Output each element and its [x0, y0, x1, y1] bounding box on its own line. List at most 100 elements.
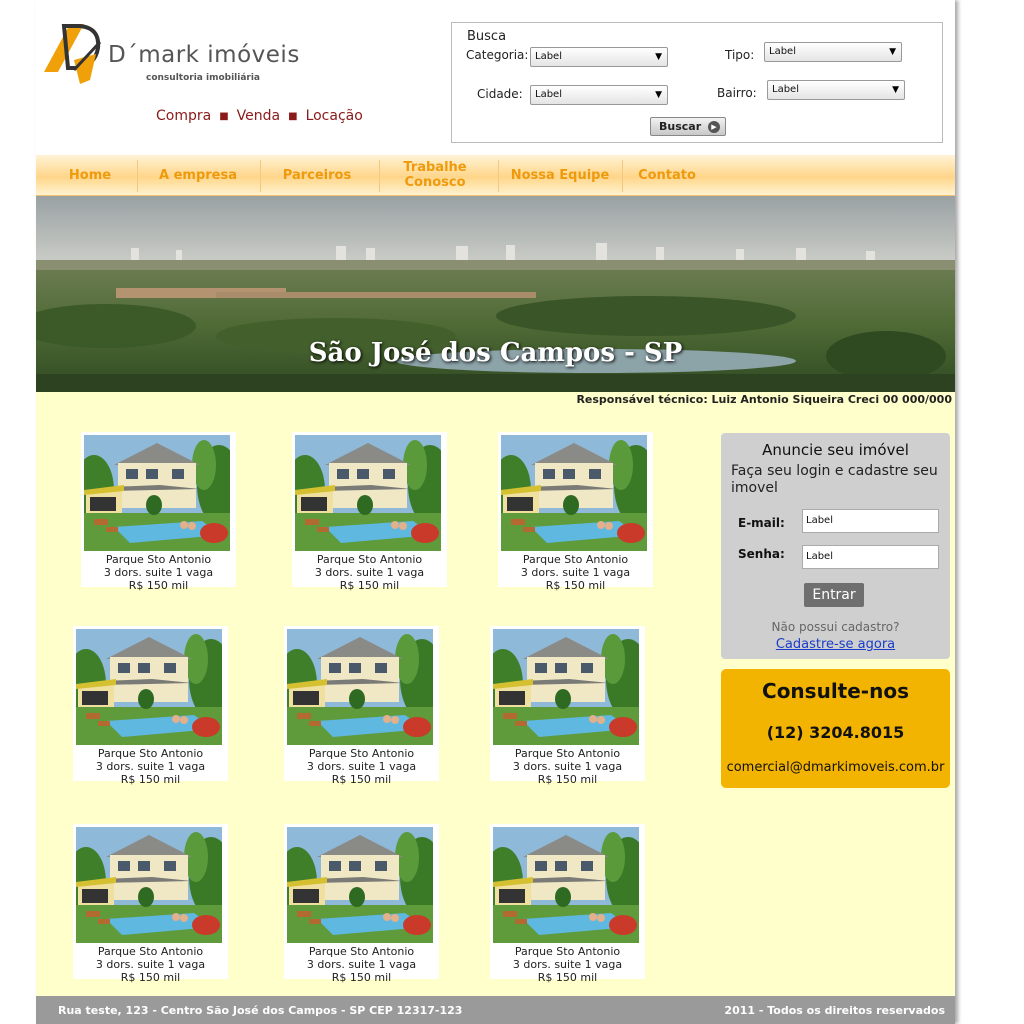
- nav-divider: [260, 160, 261, 192]
- nav-home[interactable]: Home: [56, 155, 124, 195]
- no-account-text: Não possui cadastro?: [771, 620, 900, 634]
- cidade-value: Label: [535, 89, 562, 100]
- contact-phone: (12) 3204.8015: [766, 723, 905, 742]
- entrar-button[interactable]: Entrar: [804, 583, 864, 607]
- house-photo: [493, 629, 639, 745]
- responsavel-tecnico: Responsável técnico: Luiz Antonio Siquei…: [576, 393, 952, 406]
- categoria-value: Label: [535, 51, 562, 62]
- categoria-select[interactable]: Label ▼: [530, 47, 668, 67]
- listing-price: R$ 150 mil: [120, 773, 181, 786]
- main-nav: Home A empresa Parceiros Trabalhe Conosc…: [36, 155, 955, 196]
- banner: São José dos Campos - SP: [36, 196, 955, 392]
- listing-card[interactable]: Parque Sto Antonio 3 dors. suite 1 vaga …: [81, 432, 236, 592]
- nav-parceiros[interactable]: Parceiros: [272, 155, 362, 195]
- play-icon: ▶: [708, 121, 720, 133]
- listing-name: Parque Sto Antonio: [105, 553, 212, 566]
- search-box: Busca Categoria: Label ▼ Tipo: Label ▼ C…: [451, 22, 943, 143]
- service-venda[interactable]: Venda: [237, 108, 280, 124]
- listing-price: R$ 150 mil: [331, 773, 392, 786]
- logo[interactable]: D´mark imóveis consultoria imobiliária: [40, 20, 300, 90]
- services-list: Compra ■ Venda ■ Locação: [156, 108, 363, 124]
- listing-card[interactable]: Parque Sto Antonio 3 dors. suite 1 vaga …: [490, 824, 645, 984]
- listing-name: Parque Sto Antonio: [308, 945, 415, 958]
- listing-details: 3 dors. suite 1 vaga: [314, 566, 425, 579]
- listing-price: R$ 150 mil: [331, 971, 392, 984]
- listing-name: Parque Sto Antonio: [316, 553, 423, 566]
- nav-trabalhe-conosco[interactable]: Trabalhe Conosco: [392, 155, 478, 195]
- listing-details: 3 dors. suite 1 vaga: [103, 566, 214, 579]
- email-field[interactable]: Label: [802, 509, 939, 533]
- email-label: E-mail:: [738, 516, 785, 530]
- dropdown-arrow-icon: ▼: [892, 85, 899, 95]
- footer-address: Rua teste, 123 - Centro São José dos Cam…: [58, 1004, 463, 1017]
- contact-box: Consulte-nos (12) 3204.8015 comercial@dm…: [721, 669, 950, 788]
- footer: Rua teste, 123 - Centro São José dos Cam…: [36, 996, 955, 1024]
- tipo-value: Label: [769, 46, 796, 57]
- tipo-select[interactable]: Label ▼: [764, 42, 902, 62]
- listing-price: R$ 150 mil: [128, 579, 189, 592]
- listing-details: 3 dors. suite 1 vaga: [512, 760, 623, 773]
- categoria-label: Categoria:: [466, 48, 529, 62]
- buscar-label: Buscar: [659, 120, 702, 133]
- bairro-label: Bairro:: [717, 86, 757, 100]
- listing-price: R$ 150 mil: [537, 773, 598, 786]
- house-photo: [76, 827, 222, 943]
- listing-details: 3 dors. suite 1 vaga: [306, 760, 417, 773]
- listing-price: R$ 150 mil: [120, 971, 181, 984]
- dropdown-arrow-icon: ▼: [655, 90, 662, 100]
- listing-name: Parque Sto Antonio: [308, 747, 415, 760]
- listing-name: Parque Sto Antonio: [514, 747, 621, 760]
- listing-card[interactable]: Parque Sto Antonio 3 dors. suite 1 vaga …: [73, 824, 228, 984]
- listing-details: 3 dors. suite 1 vaga: [95, 760, 206, 773]
- bairro-select[interactable]: Label ▼: [767, 80, 905, 100]
- logo-subtitle: consultoria imobiliária: [146, 73, 261, 83]
- listing-price: R$ 150 mil: [339, 579, 400, 592]
- house-photo: [287, 629, 433, 745]
- dropdown-arrow-icon: ▼: [655, 52, 662, 62]
- footer-copyright: 2011 - Todos os direitos reservados: [724, 1004, 945, 1017]
- house-photo: [295, 435, 441, 551]
- listing-card[interactable]: Parque Sto Antonio 3 dors. suite 1 vaga …: [73, 626, 228, 786]
- nav-empresa[interactable]: A empresa: [148, 155, 248, 195]
- bairro-value: Label: [772, 84, 799, 95]
- senha-label: Senha:: [738, 547, 785, 561]
- service-locacao[interactable]: Locação: [306, 108, 363, 124]
- banner-title: São José dos Campos - SP: [308, 338, 683, 368]
- listing-card[interactable]: Parque Sto Antonio 3 dors. suite 1 vaga …: [292, 432, 447, 592]
- listing-details: 3 dors. suite 1 vaga: [520, 566, 631, 579]
- search-title: Busca: [467, 29, 507, 44]
- page-container: D´mark imóveis consultoria imobiliária C…: [36, 0, 955, 1024]
- cidade-select[interactable]: Label ▼: [530, 85, 668, 105]
- nav-contato[interactable]: Contato: [634, 155, 700, 195]
- dropdown-arrow-icon: ▼: [889, 47, 896, 57]
- listing-details: 3 dors. suite 1 vaga: [306, 958, 417, 971]
- cidade-label: Cidade:: [477, 87, 523, 101]
- listing-card[interactable]: Parque Sto Antonio 3 dors. suite 1 vaga …: [284, 626, 439, 786]
- listing-name: Parque Sto Antonio: [97, 945, 204, 958]
- listing-name: Parque Sto Antonio: [522, 553, 629, 566]
- listing-price: R$ 150 mil: [545, 579, 606, 592]
- contact-email[interactable]: comercial@dmarkimoveis.com.br: [721, 760, 950, 775]
- house-photo: [84, 435, 230, 551]
- listing-details: 3 dors. suite 1 vaga: [512, 958, 623, 971]
- listing-name: Parque Sto Antonio: [514, 945, 621, 958]
- listing-name: Parque Sto Antonio: [97, 747, 204, 760]
- listing-price: R$ 150 mil: [537, 971, 598, 984]
- nav-divider: [137, 160, 138, 192]
- listing-card[interactable]: Parque Sto Antonio 3 dors. suite 1 vaga …: [498, 432, 653, 592]
- nav-nossa-equipe[interactable]: Nossa Equipe: [506, 155, 614, 195]
- contact-title: Consulte-nos: [762, 679, 909, 703]
- house-photo: [493, 827, 639, 943]
- tipo-label: Tipo:: [725, 48, 755, 62]
- house-photo: [76, 629, 222, 745]
- listing-card[interactable]: Parque Sto Antonio 3 dors. suite 1 vaga …: [284, 824, 439, 984]
- bullet-icon: ■: [219, 110, 229, 122]
- anuncie-login-box: Anuncie seu imóvel Faça seu login e cada…: [721, 433, 950, 659]
- listing-card[interactable]: Parque Sto Antonio 3 dors. suite 1 vaga …: [490, 626, 645, 786]
- service-compra[interactable]: Compra: [156, 108, 211, 124]
- logo-text: D´mark imóveis: [108, 42, 300, 68]
- senha-field[interactable]: Label: [802, 545, 939, 569]
- buscar-button[interactable]: Buscar ▶: [650, 117, 726, 136]
- logo-mark-icon: [44, 24, 102, 84]
- register-link[interactable]: Cadastre-se agora: [721, 637, 950, 652]
